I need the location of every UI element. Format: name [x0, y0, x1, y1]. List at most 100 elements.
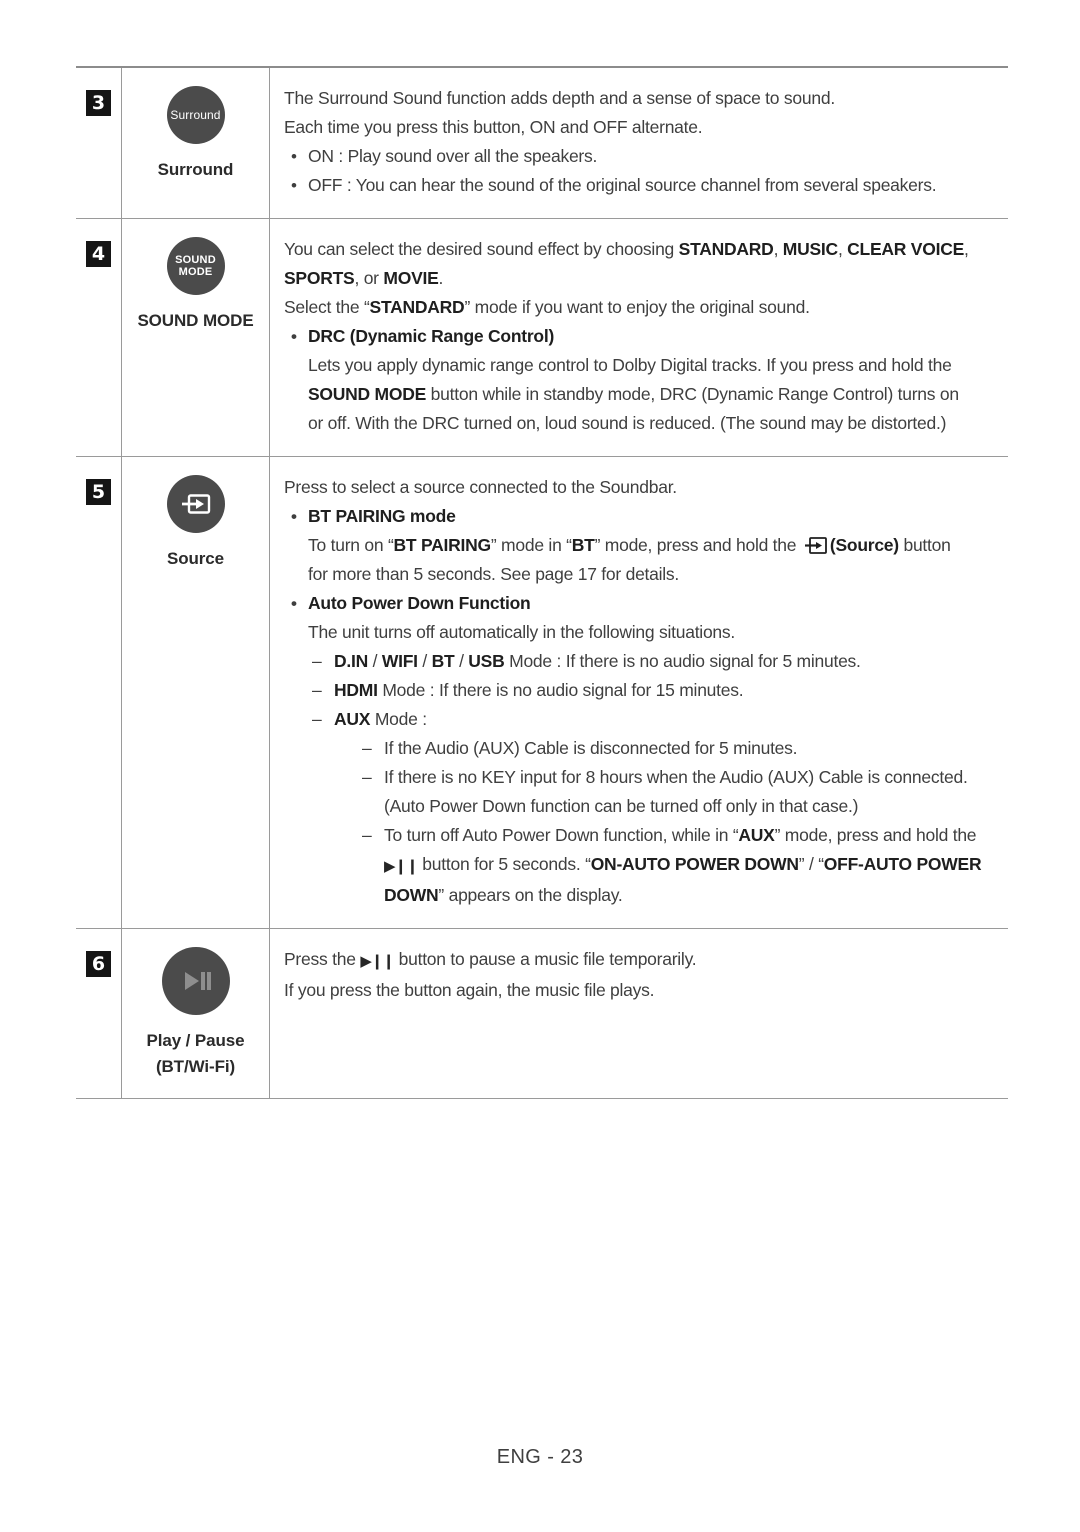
description-line: SPORTS, or MOVIE. [284, 264, 1002, 293]
text-emphasis: DOWN [384, 885, 439, 905]
text-part: ” mode, press and hold the [594, 535, 801, 555]
text-part: . [438, 268, 444, 288]
button-caption: Surround [157, 160, 234, 179]
text-part: button while in standby mode, DRC (Dynam… [426, 384, 959, 404]
list-item-title: BT PAIRING mode [284, 502, 1002, 531]
button-caption-line1: Play / Pause [146, 1031, 245, 1050]
surround-button-icon-label: Surround [170, 107, 221, 122]
play-pause-inline-icon: ▶❙❙ [384, 857, 419, 875]
description-line: To turn on “BT PAIRING” mode in “BT” mod… [308, 531, 1002, 560]
text-part: / [454, 651, 469, 671]
text-part: , [837, 239, 848, 259]
list-item-continuation: ▶❙❙ button for 5 seconds. “ON-AUTO POWER… [358, 850, 1002, 881]
manual-page: 3 Surround Surround The Surround Sound f… [0, 0, 1080, 1532]
text-part: Press the [284, 949, 356, 969]
text-emphasis: ON-AUTO POWER DOWN [590, 854, 799, 874]
surround-button-icon: Surround [166, 86, 225, 144]
text-part: To turn off Auto Power Down function, wh… [384, 825, 739, 845]
page-footer: ENG - 23 [496, 1446, 584, 1468]
description-line: or off. With the DRC turned on, loud sou… [308, 413, 947, 433]
text-emphasis: (Source) [829, 535, 899, 555]
list-item: If the Audio (AUX) Cable is disconnected… [358, 734, 1002, 763]
row-button-cell: Source [122, 457, 270, 928]
list-item: To turn off Auto Power Down function, wh… [358, 821, 1002, 850]
row-description-cell: The Surround Sound function adds depth a… [270, 68, 1008, 218]
description-line: Press the ▶❙❙ button to pause a music fi… [284, 945, 1002, 976]
description-line: The unit turns off automatically in the … [308, 622, 736, 642]
play-pause-button-icon [161, 947, 230, 1015]
text-emphasis: SOUND MODE [308, 384, 427, 404]
row-number-cell: 3 [76, 68, 122, 218]
sound-mode-button-icon: SOUND MODE [166, 237, 225, 295]
bullet-list: Auto Power Down Function [284, 589, 1002, 618]
row-number-badge: 4 [86, 241, 111, 267]
description-line: SOUND MODE button while in standby mode,… [308, 380, 1002, 409]
button-caption: SOUND MODE [137, 311, 254, 330]
sound-mode-icon-line1: SOUND [175, 253, 216, 266]
text-part: / [417, 651, 432, 671]
play-pause-glyph-icon [184, 972, 211, 990]
sound-mode-button-icon-label: SOUND MODE [175, 254, 216, 279]
text-emphasis: SPORTS [284, 268, 355, 288]
table-row: 3 Surround Surround The Surround Sound f… [76, 68, 1008, 219]
list-item: If there is no KEY input for 8 hours whe… [358, 763, 1002, 792]
bullet-list: ON : Play sound over all the speakers. O… [284, 142, 1002, 200]
bullet-list: DRC (Dynamic Range Control) [284, 322, 1002, 351]
text-emphasis: STANDARD [369, 297, 465, 317]
list-item-continuation: DOWN” appears on the display. [358, 881, 1002, 910]
text-emphasis: BT [431, 651, 455, 671]
text-part: Mode : If there is no audio signal for 5… [504, 651, 861, 671]
list-item: OFF : You can hear the sound of the orig… [284, 171, 1002, 200]
text-part: You can select the desired sound effect … [284, 239, 679, 259]
text-emphasis: BT [571, 535, 595, 555]
text-part: ” / “ [798, 854, 824, 874]
text-part: button to pause a music file temporarily… [394, 949, 697, 969]
dash-list: D.IN / WIFI / BT / USB Mode : If there i… [308, 647, 1002, 910]
button-caption: Play / Pause (BT/Wi-Fi) [122, 1028, 269, 1080]
text-emphasis: AUX [334, 709, 371, 729]
text-part: If there is no KEY input for 8 hours whe… [384, 767, 968, 787]
text-emphasis: AUX [738, 825, 775, 845]
text-emphasis: D.IN [334, 651, 368, 671]
sound-mode-icon-line2: MODE [178, 266, 213, 278]
description-line: Press to select a source connected to th… [284, 477, 677, 497]
row-number-badge: 3 [86, 90, 111, 116]
text-emphasis: MOVIE [383, 268, 439, 288]
list-item-title: Auto Power Down Function [284, 589, 1002, 618]
row-description-cell: Press to select a source connected to th… [270, 457, 1008, 928]
text-part: ” mode if you want to enjoy the original… [464, 297, 810, 317]
text-part: , [964, 239, 969, 259]
row-number-cell: 5 [76, 457, 122, 928]
text-emphasis: OFF-AUTO POWER [823, 854, 982, 874]
description-line: You can select the desired sound effect … [284, 235, 1002, 264]
text-part: , or [354, 268, 384, 288]
list-item-title: DRC (Dynamic Range Control) [284, 322, 1002, 351]
play-pause-inline-icon: ▶❙❙ [360, 952, 395, 970]
text-emphasis: STANDARD [678, 239, 774, 259]
list-item: AUX Mode : [308, 705, 1002, 734]
table-row: 4 SOUND MODE SOUND MODE You can select t… [76, 219, 1008, 457]
table-row: 6 Play / Pause (BT/Wi-Fi) Press the ▶❙❙ … [76, 929, 1008, 1099]
source-inline-icon [804, 536, 828, 555]
description-line: Each time you press this button, ON and … [284, 117, 703, 137]
row-number-badge: 5 [86, 479, 111, 505]
description-line: Lets you apply dynamic range control to … [308, 355, 952, 375]
list-item: ON : Play sound over all the speakers. [284, 142, 1002, 171]
button-caption-line2: (BT/Wi-Fi) [155, 1057, 236, 1076]
description-line: If you press the button again, the music… [284, 980, 655, 1000]
row-description-cell: You can select the desired sound effect … [270, 219, 1008, 456]
bullet-list: BT PAIRING mode [284, 502, 1002, 531]
list-item-continuation: (Auto Power Down function can be turned … [384, 796, 859, 816]
list-item: HDMI Mode : If there is no audio signal … [308, 676, 1002, 705]
row-button-cell: SOUND MODE SOUND MODE [122, 219, 270, 456]
text-part: ” appears on the display. [438, 885, 623, 905]
button-caption: Source [166, 549, 225, 568]
text-emphasis: WIFI [381, 651, 418, 671]
row-number-badge: 6 [86, 951, 111, 977]
text-part: ” mode in “ [490, 535, 572, 555]
controls-table: 3 Surround Surround The Surround Sound f… [76, 66, 1008, 1099]
text-part: , [773, 239, 783, 259]
text-part: Mode : [370, 709, 427, 729]
text-part: Mode : If there is no audio signal for 1… [377, 680, 744, 700]
text-emphasis: BT PAIRING [393, 535, 492, 555]
